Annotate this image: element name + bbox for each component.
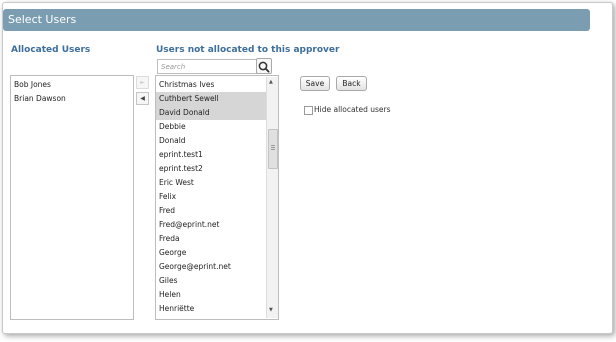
unallocated-users-heading: Users not allocated to this approver — [156, 45, 340, 55]
unallocated-user-item[interactable]: Cuthbert Sewell — [156, 92, 266, 106]
move-left-button[interactable]: ◀ — [136, 92, 149, 105]
unallocated-list-scrollbar[interactable]: ▲ ▼ — [266, 77, 278, 318]
unallocated-user-item[interactable]: Herbert@eprint.net — [156, 316, 266, 319]
unallocated-user-item[interactable]: Donald — [156, 134, 266, 148]
chevron-down-icon[interactable]: ▼ — [269, 307, 273, 313]
unallocated-user-item[interactable]: Felix — [156, 190, 266, 204]
hide-allocated-checkbox[interactable] — [304, 106, 313, 115]
arrow-right-icon: ► — [140, 79, 145, 86]
unallocated-users-listbox: Christmas Ives Cuthbert Sewell David Donal… — [155, 75, 279, 320]
move-right-button[interactable]: ► — [136, 76, 149, 89]
unallocated-user-item[interactable]: George — [156, 246, 266, 260]
unallocated-users-list[interactable]: Christmas Ives Cuthbert Sewell David Donal… — [156, 76, 266, 319]
unallocated-user-item[interactable]: Debbie — [156, 120, 266, 134]
panel-title: Select Users — [8, 13, 77, 26]
select-users-panel: Select Users Allocated Users Users not a… — [2, 2, 613, 334]
allocated-users-list[interactable]: Bob Jones Brian Dawson — [10, 75, 134, 320]
search-button[interactable] — [256, 58, 272, 74]
search-input[interactable] — [157, 59, 257, 74]
hide-allocated-label: Hide allocated users — [314, 105, 391, 114]
allocated-user-item[interactable]: Brian Dawson — [11, 92, 133, 106]
unallocated-user-item[interactable]: Fred — [156, 204, 266, 218]
unallocated-user-item[interactable]: Eric West — [156, 176, 266, 190]
title-bar: Select Users — [3, 9, 590, 31]
unallocated-user-item[interactable]: eprint.test2 — [156, 162, 266, 176]
scrollbar-thumb[interactable] — [268, 129, 278, 169]
save-button[interactable]: Save — [300, 76, 330, 91]
arrow-left-icon: ◀ — [140, 95, 145, 102]
unallocated-user-item[interactable]: Freda — [156, 232, 266, 246]
unallocated-user-item[interactable]: Fred@eprint.net — [156, 218, 266, 232]
unallocated-user-item[interactable]: Giles — [156, 274, 266, 288]
unallocated-user-item[interactable]: David Donald — [156, 106, 266, 120]
unallocated-user-item[interactable]: George@eprint.net — [156, 260, 266, 274]
unallocated-user-item[interactable]: Helen — [156, 288, 266, 302]
allocated-user-item[interactable]: Bob Jones — [11, 78, 133, 92]
unallocated-user-item[interactable]: Christmas Ives — [156, 78, 266, 92]
unallocated-user-item[interactable]: Henriëtte — [156, 302, 266, 316]
unallocated-user-item[interactable]: eprint.test1 — [156, 148, 266, 162]
chevron-up-icon[interactable]: ▲ — [269, 79, 273, 85]
back-button[interactable]: Back — [336, 76, 367, 91]
allocated-users-heading: Allocated Users — [11, 45, 91, 55]
magnifier-icon — [258, 61, 270, 73]
